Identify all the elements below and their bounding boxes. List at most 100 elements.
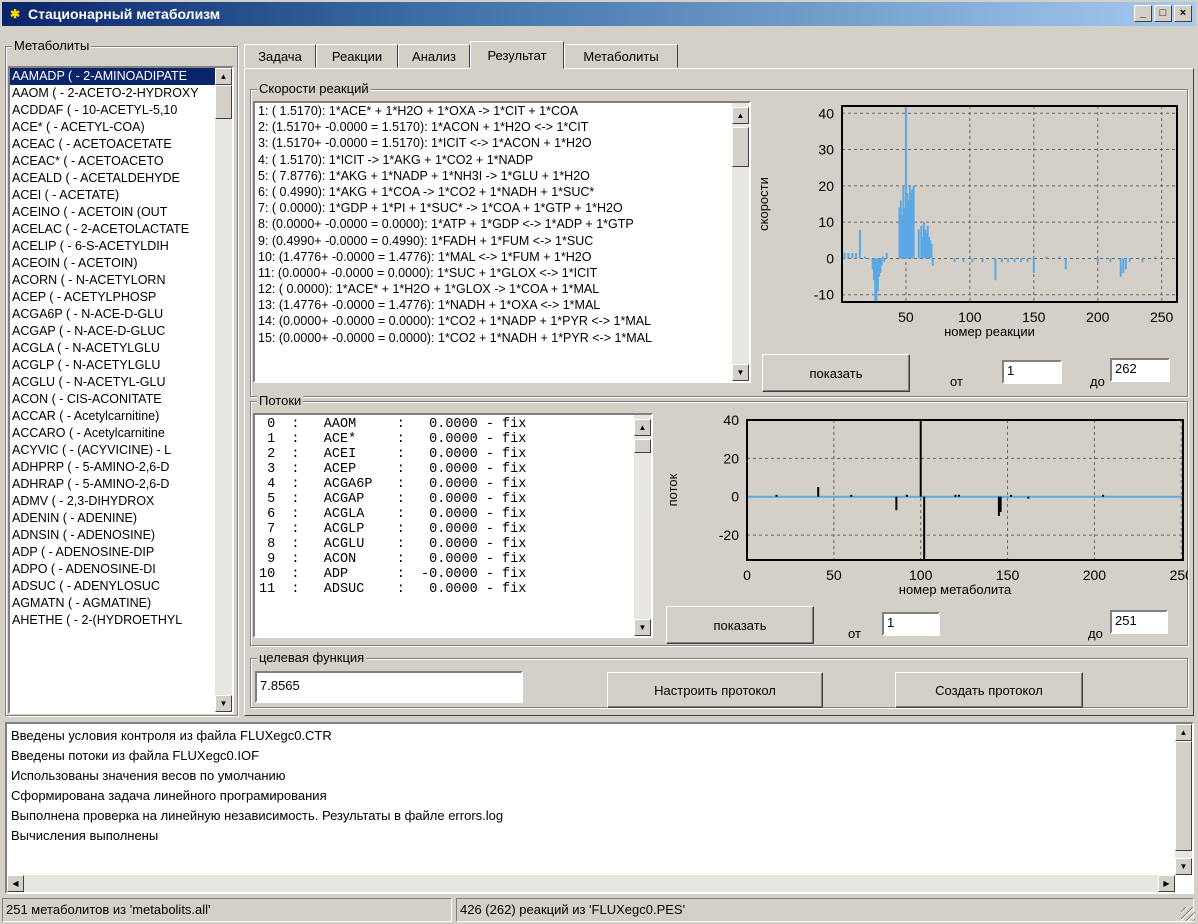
flows-to-input[interactable]: 251	[1110, 610, 1168, 634]
metabolite-item[interactable]: ACEOIN ( - ACETOIN)	[10, 255, 215, 272]
reaction-rate-row[interactable]: 7: ( 0.0000): 1*GDP + 1*PI + 1*SUC* -> 1…	[255, 200, 732, 216]
reaction-rate-row[interactable]: 9: (0.4990+ -0.0000 = 0.4990): 1*FADH + …	[255, 233, 732, 249]
create-protocol-button[interactable]: Создать протокол	[895, 672, 1083, 708]
close-button[interactable]: ×	[1174, 5, 1192, 22]
metabolite-item[interactable]: ACE* ( - ACETYL-COA)	[10, 119, 215, 136]
metabolite-item[interactable]: ADENIN ( - ADENINE)	[10, 510, 215, 527]
flow-row[interactable]: 7 : ACGLP : 0.0000 - fix	[259, 522, 634, 537]
tab-metabolites[interactable]: Метаболиты	[564, 44, 678, 68]
reaction-rate-row[interactable]: 6: ( 0.4990): 1*AKG + 1*COA -> 1*CO2 + 1…	[255, 184, 732, 200]
flow-row[interactable]: 8 : ACGLU : 0.0000 - fix	[259, 537, 634, 552]
title-bar[interactable]: ✱ Стационарный метаболизм _ □ ×	[2, 2, 1196, 26]
metabolite-item[interactable]: ADHRAP ( - 5-AMINO-2,6-D	[10, 476, 215, 493]
metabolite-item[interactable]: ACON ( - CIS-ACONITATE	[10, 391, 215, 408]
flow-row[interactable]: 4 : ACGA6P : 0.0000 - fix	[259, 477, 634, 492]
flow-row[interactable]: 6 : ACGLA : 0.0000 - fix	[259, 507, 634, 522]
metabolite-item[interactable]: ACEALD ( - ACETALDEHYDE	[10, 170, 215, 187]
metabolite-item[interactable]: ACEP ( - ACETYLPHOSP	[10, 289, 215, 306]
rates-to-input[interactable]: 262	[1110, 358, 1170, 382]
reaction-rate-row[interactable]: 14: (0.0000+ -0.0000 = 0.0000): 1*CO2 + …	[255, 313, 732, 329]
scroll-thumb[interactable]	[634, 439, 651, 453]
metabolite-item[interactable]: ACEAC ( - ACETOACETATE	[10, 136, 215, 153]
objective-value-field[interactable]: 7.8565	[255, 671, 523, 703]
tab-analysis[interactable]: Анализ	[398, 44, 470, 68]
log-line[interactable]: Введены потоки из файла FLUXegc0.IOF	[7, 746, 1175, 766]
configure-protocol-button[interactable]: Настроить протокол	[607, 672, 823, 708]
metabolite-item[interactable]: ACELAC ( - 2-ACETOLACTATE	[10, 221, 215, 238]
scroll-up-icon[interactable]: ▲	[634, 419, 651, 436]
reaction-rate-row[interactable]: 10: (1.4776+ -0.0000 = 1.4776): 1*MAL <-…	[255, 249, 732, 265]
scroll-thumb[interactable]	[215, 85, 232, 119]
reaction-rate-row[interactable]: 12: ( 0.0000): 1*ACE* + 1*H2O + 1*GLOX -…	[255, 281, 732, 297]
resize-grip-icon[interactable]	[1181, 907, 1195, 921]
scroll-left-icon[interactable]: ◀	[7, 875, 24, 892]
reaction-rate-row[interactable]: 1: ( 1.5170): 1*ACE* + 1*H2O + 1*OXA -> …	[255, 103, 732, 119]
metabolite-item[interactable]: AAOM ( - 2-ACETO-2-HYDROXY	[10, 85, 215, 102]
metabolite-item[interactable]: ADPO ( - ADENOSINE-DI	[10, 561, 215, 578]
scroll-thumb[interactable]	[732, 127, 749, 167]
flows-show-button[interactable]: показать	[666, 606, 814, 644]
log-hscrollbar[interactable]: ◀ ▶	[7, 875, 1175, 892]
metabolite-item[interactable]: ADMV ( - 2,3-DIHYDROX	[10, 493, 215, 510]
tab-task[interactable]: Задача	[244, 44, 316, 68]
metabolite-item[interactable]: ACELIP ( - 6-S-ACETYLDIH	[10, 238, 215, 255]
log-line[interactable]: Выполнена проверка на линейную независим…	[7, 806, 1175, 826]
reaction-rate-row[interactable]: 4: ( 1.5170): 1*ICIT -> 1*AKG + 1*CO2 + …	[255, 152, 732, 168]
metabolite-item[interactable]: ADP ( - ADENOSINE-DIP	[10, 544, 215, 561]
scroll-thumb[interactable]	[1175, 741, 1192, 851]
log-line[interactable]: Использованы значения весов по умолчанию	[7, 766, 1175, 786]
metabolite-item[interactable]: ACGAP ( - N-ACE-D-GLUC	[10, 323, 215, 340]
metabolite-item[interactable]: ACEAC* ( - ACETOACETO	[10, 153, 215, 170]
metabolite-item[interactable]: ACCAR ( - Acetylcarnitine)	[10, 408, 215, 425]
flow-row[interactable]: 0 : AAOM : 0.0000 - fix	[259, 417, 634, 432]
scroll-down-icon[interactable]: ▼	[634, 619, 651, 636]
flow-row[interactable]: 1 : ACE* : 0.0000 - fix	[259, 432, 634, 447]
metabolite-item[interactable]: ACORN ( - N-ACETYLORN	[10, 272, 215, 289]
flow-row[interactable]: 11 : ADSUC : 0.0000 - fix	[259, 582, 634, 597]
flows-scrollbar[interactable]: ▲ ▼	[634, 415, 651, 636]
scroll-down-icon[interactable]: ▼	[215, 695, 232, 712]
scroll-right-icon[interactable]: ▶	[1158, 875, 1175, 892]
metabolite-item[interactable]: ACCARO ( - Acetylcarnitine	[10, 425, 215, 442]
log-panel[interactable]: Введены условия контроля из файла FLUXeg…	[5, 722, 1194, 894]
reaction-rate-row[interactable]: 3: (1.5170+ -0.0000 = 1.5170): 1*ICIT <-…	[255, 135, 732, 151]
scroll-up-icon[interactable]: ▲	[1175, 724, 1192, 741]
metabolite-item[interactable]: ACGLA ( - N-ACETYLGLU	[10, 340, 215, 357]
flow-row[interactable]: 10 : ADP : -0.0000 - fix	[259, 567, 634, 582]
scroll-down-icon[interactable]: ▼	[732, 364, 749, 381]
scroll-up-icon[interactable]: ▲	[215, 68, 232, 85]
metabolite-item[interactable]: AGMATN ( - AGMATINE)	[10, 595, 215, 612]
metabolite-item[interactable]: ACGLP ( - N-ACETYLGLU	[10, 357, 215, 374]
reaction-rate-row[interactable]: 15: (0.0000+ -0.0000 = 0.0000): 1*CO2 + …	[255, 330, 732, 346]
minimize-button[interactable]: _	[1134, 5, 1152, 22]
reaction-rate-row[interactable]: 8: (0.0000+ -0.0000 = 0.0000): 1*ATP + 1…	[255, 216, 732, 232]
metabolite-item[interactable]: ACEI ( - ACETATE)	[10, 187, 215, 204]
flows-listbox[interactable]: 0 : AAOM : 0.0000 - fix 1 : ACE* : 0.000…	[253, 413, 653, 638]
metabolites-scrollbar[interactable]: ▲ ▼	[215, 68, 232, 712]
flow-row[interactable]: 2 : ACEI : 0.0000 - fix	[259, 447, 634, 462]
flow-row[interactable]: 5 : ACGAP : 0.0000 - fix	[259, 492, 634, 507]
maximize-button[interactable]: □	[1154, 5, 1172, 22]
flow-row[interactable]: 3 : ACEP : 0.0000 - fix	[259, 462, 634, 477]
metabolite-item[interactable]: ACYVIC ( - (ACYVICINE) - L	[10, 442, 215, 459]
metabolites-listbox[interactable]: AAMADP ( - 2-AMINOADIPATE AAOM ( - 2-ACET…	[8, 66, 234, 714]
metabolite-item[interactable]: ADNSIN ( - ADENOSINE)	[10, 527, 215, 544]
reaction-rate-row[interactable]: 2: (1.5170+ -0.0000 = 1.5170): 1*ACON + …	[255, 119, 732, 135]
metabolite-item[interactable]: AHETHE ( - 2-(HYDROETHYL	[10, 612, 215, 629]
rates-from-input[interactable]: 1	[1002, 360, 1062, 384]
metabolite-item[interactable]: ADHPRP ( - 5-AMINO-2,6-D	[10, 459, 215, 476]
rates-show-button[interactable]: показать	[762, 354, 910, 392]
reaction-rate-row[interactable]: 13: (1.4776+ -0.0000 = 1.4776): 1*NADH +…	[255, 297, 732, 313]
flow-row[interactable]: 9 : ACON : 0.0000 - fix	[259, 552, 634, 567]
metabolite-item[interactable]: AAMADP ( - 2-AMINOADIPATE	[10, 68, 215, 85]
log-line[interactable]: Вычисления выполнены	[7, 826, 1175, 846]
reaction-rate-row[interactable]: 5: ( 7.8776): 1*AKG + 1*NADP + 1*NH3I ->…	[255, 168, 732, 184]
tab-reactions[interactable]: Реакции	[316, 44, 398, 68]
metabolite-item[interactable]: ACDDAF ( - 10-ACETYL-5,10	[10, 102, 215, 119]
tab-result[interactable]: Результат	[470, 41, 564, 69]
reaction-rate-row[interactable]: 11: (0.0000+ -0.0000 = 0.0000): 1*SUC + …	[255, 265, 732, 281]
metabolite-item[interactable]: ADSUC ( - ADENYLOSUC	[10, 578, 215, 595]
log-line[interactable]: Введены условия контроля из файла FLUXeg…	[7, 726, 1175, 746]
metabolite-item[interactable]: ACEINO ( - ACETOIN (OUT	[10, 204, 215, 221]
log-vscrollbar[interactable]: ▲ ▼	[1175, 724, 1192, 875]
